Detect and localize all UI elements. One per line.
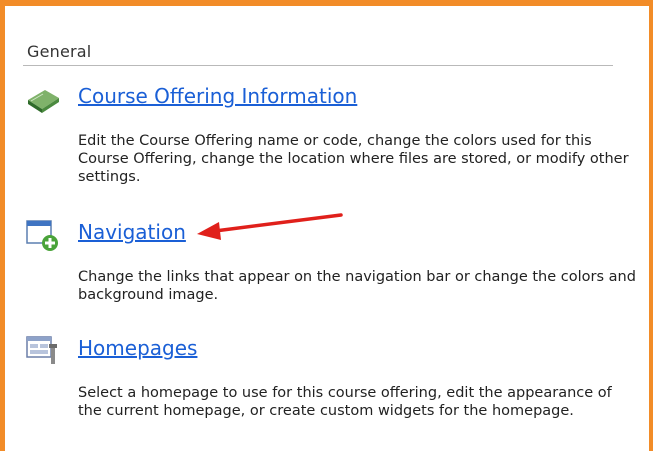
section-title: General	[27, 42, 92, 61]
homepages-description: Select a homepage to use for this course…	[78, 385, 612, 419]
homepages-link[interactable]: Homepages	[78, 336, 197, 360]
settings-panel: General Course Offering Information Edit…	[0, 0, 653, 451]
course-offering-information-description: Edit the Course Offering name or code, c…	[78, 133, 629, 185]
homepage-tools-icon	[26, 336, 57, 364]
navbar-add-icon	[26, 220, 58, 251]
book-icon	[28, 90, 59, 113]
section-divider	[23, 65, 613, 66]
navigation-link[interactable]: Navigation	[78, 220, 186, 244]
course-offering-information-link[interactable]: Course Offering Information	[78, 84, 357, 108]
navigation-description: Change the links that appear on the navi…	[78, 269, 636, 303]
annotation-arrow-icon	[197, 213, 343, 240]
